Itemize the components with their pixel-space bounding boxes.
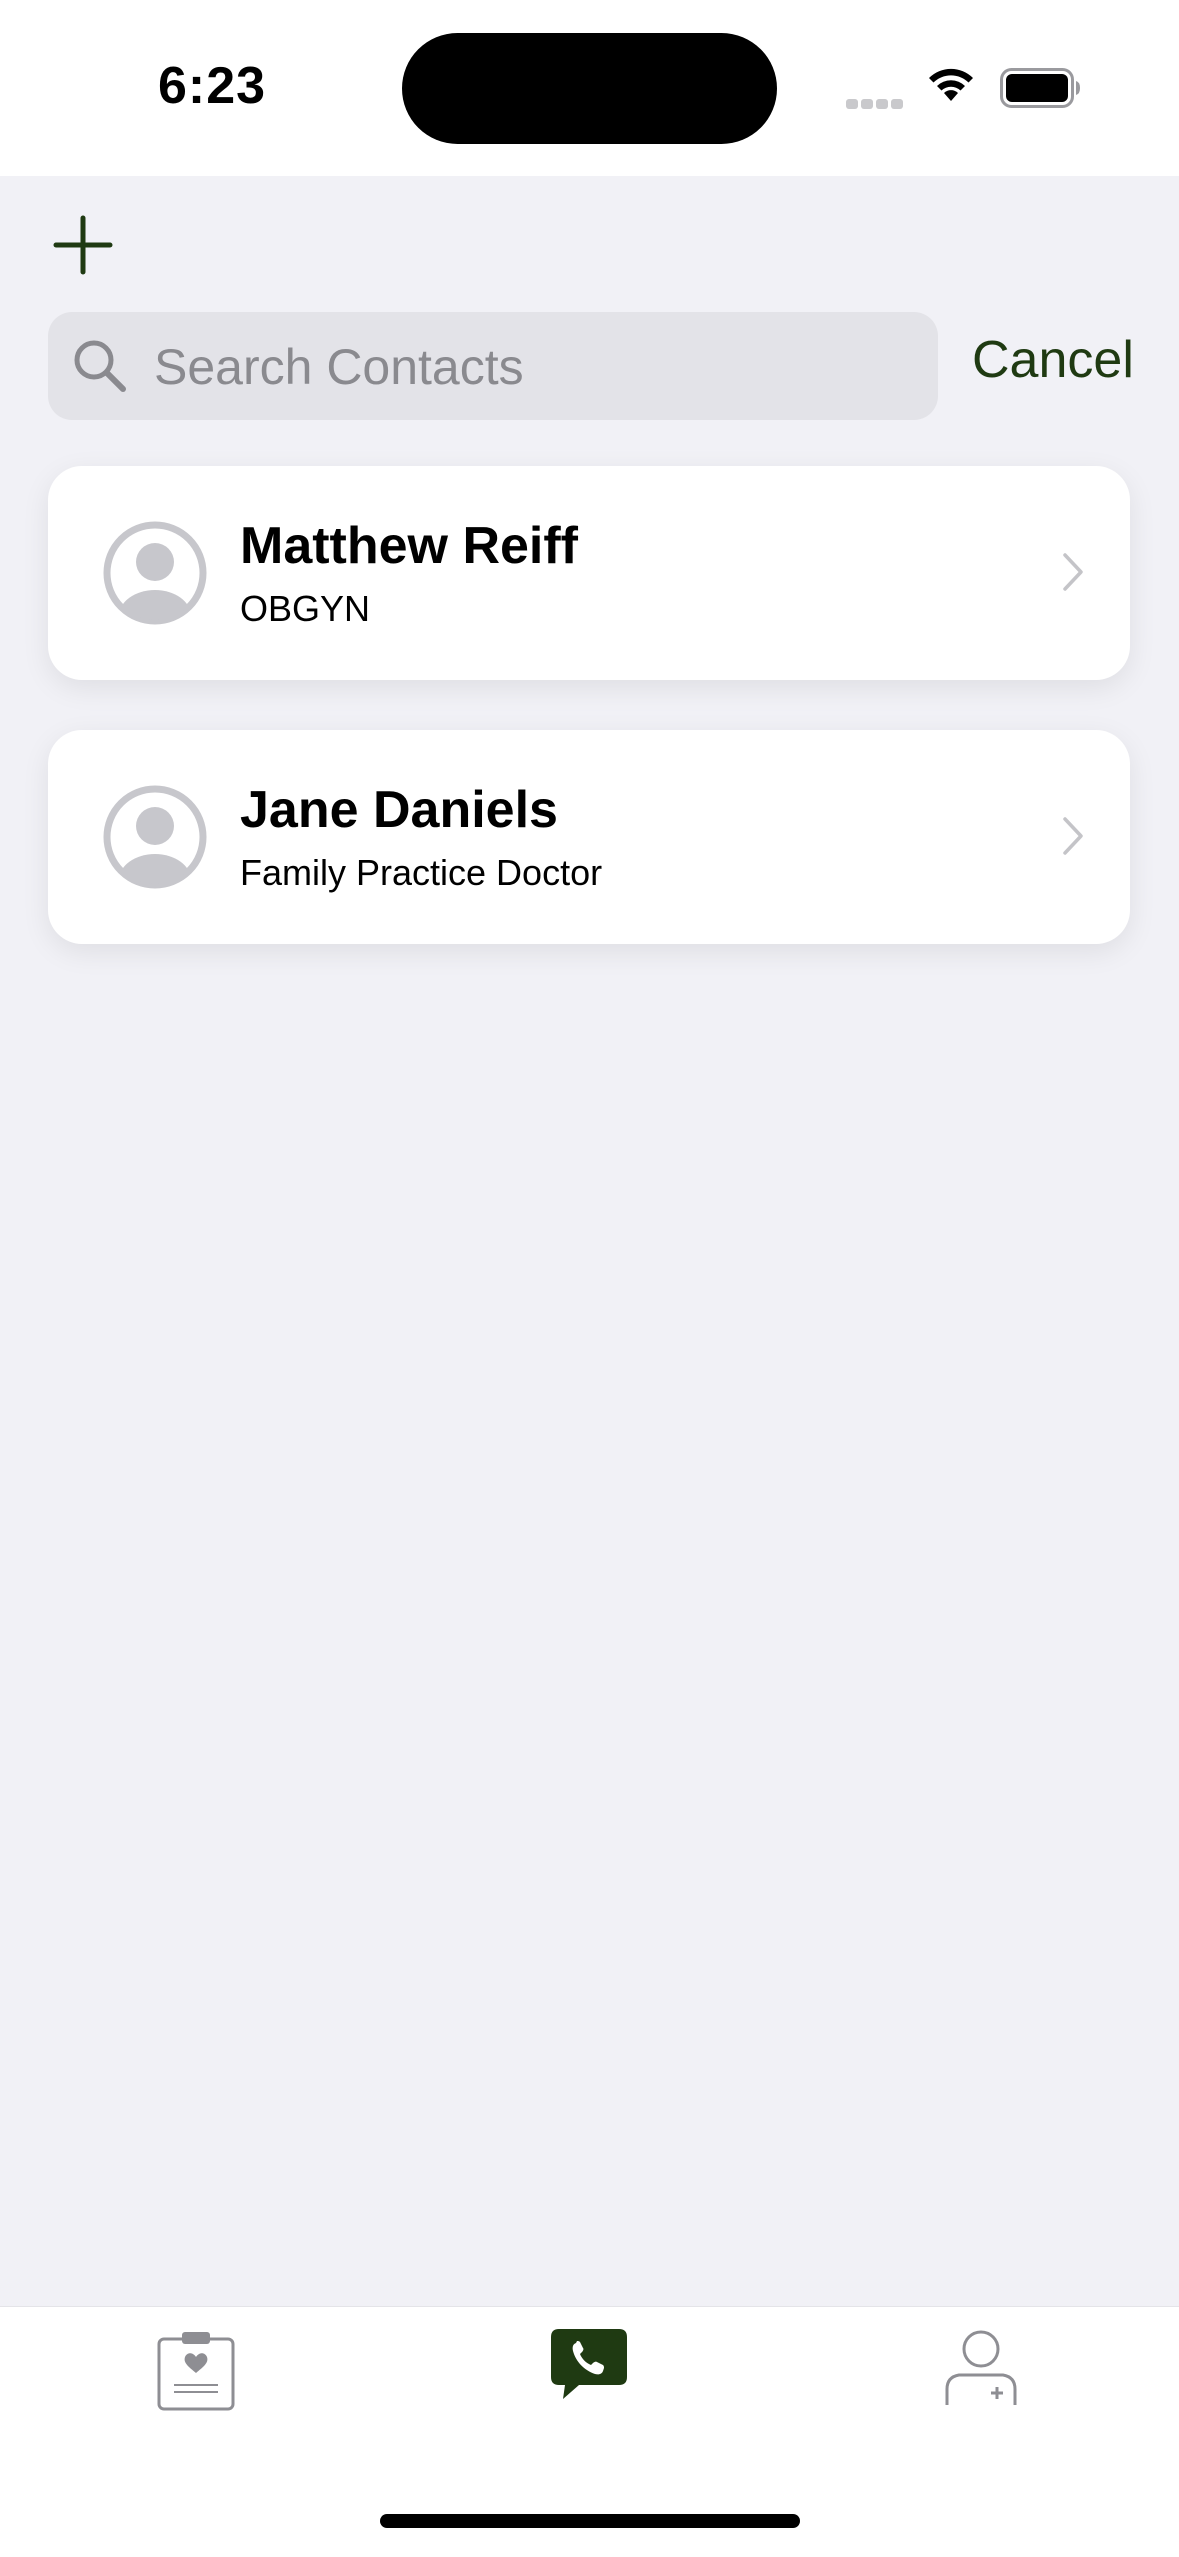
tab-contacts-calls[interactable] bbox=[549, 2327, 629, 2403]
battery-icon bbox=[1000, 68, 1080, 108]
contact-card[interactable]: Jane Daniels Family Practice Doctor bbox=[48, 730, 1130, 944]
status-bar: 6:23 bbox=[0, 0, 1179, 176]
avatar-placeholder-icon bbox=[103, 521, 207, 625]
tab-add-doctor[interactable] bbox=[944, 2327, 1018, 2407]
wifi-icon bbox=[929, 68, 973, 101]
search-input[interactable] bbox=[152, 312, 916, 422]
contact-role: Family Practice Doctor bbox=[240, 852, 603, 893]
search-icon bbox=[74, 340, 126, 392]
contact-role: OBGYN bbox=[240, 588, 371, 629]
tab-health-record[interactable] bbox=[156, 2329, 236, 2413]
search-bar[interactable] bbox=[48, 312, 938, 422]
cancel-button[interactable]: Cancel bbox=[972, 330, 1134, 390]
chevron-right-icon bbox=[1063, 817, 1083, 855]
contact-name: Jane Daniels bbox=[240, 781, 558, 839]
status-time: 6:23 bbox=[158, 57, 267, 115]
add-contact-button[interactable] bbox=[48, 210, 118, 280]
avatar-placeholder-icon bbox=[103, 785, 207, 889]
chevron-right-icon bbox=[1063, 553, 1083, 591]
home-indicator bbox=[380, 2514, 800, 2528]
signal-dots-icon bbox=[846, 96, 906, 114]
contact-card[interactable]: Matthew Reiff OBGYN bbox=[48, 466, 1130, 680]
contact-name: Matthew Reiff bbox=[240, 517, 578, 575]
dynamic-island bbox=[402, 33, 777, 144]
